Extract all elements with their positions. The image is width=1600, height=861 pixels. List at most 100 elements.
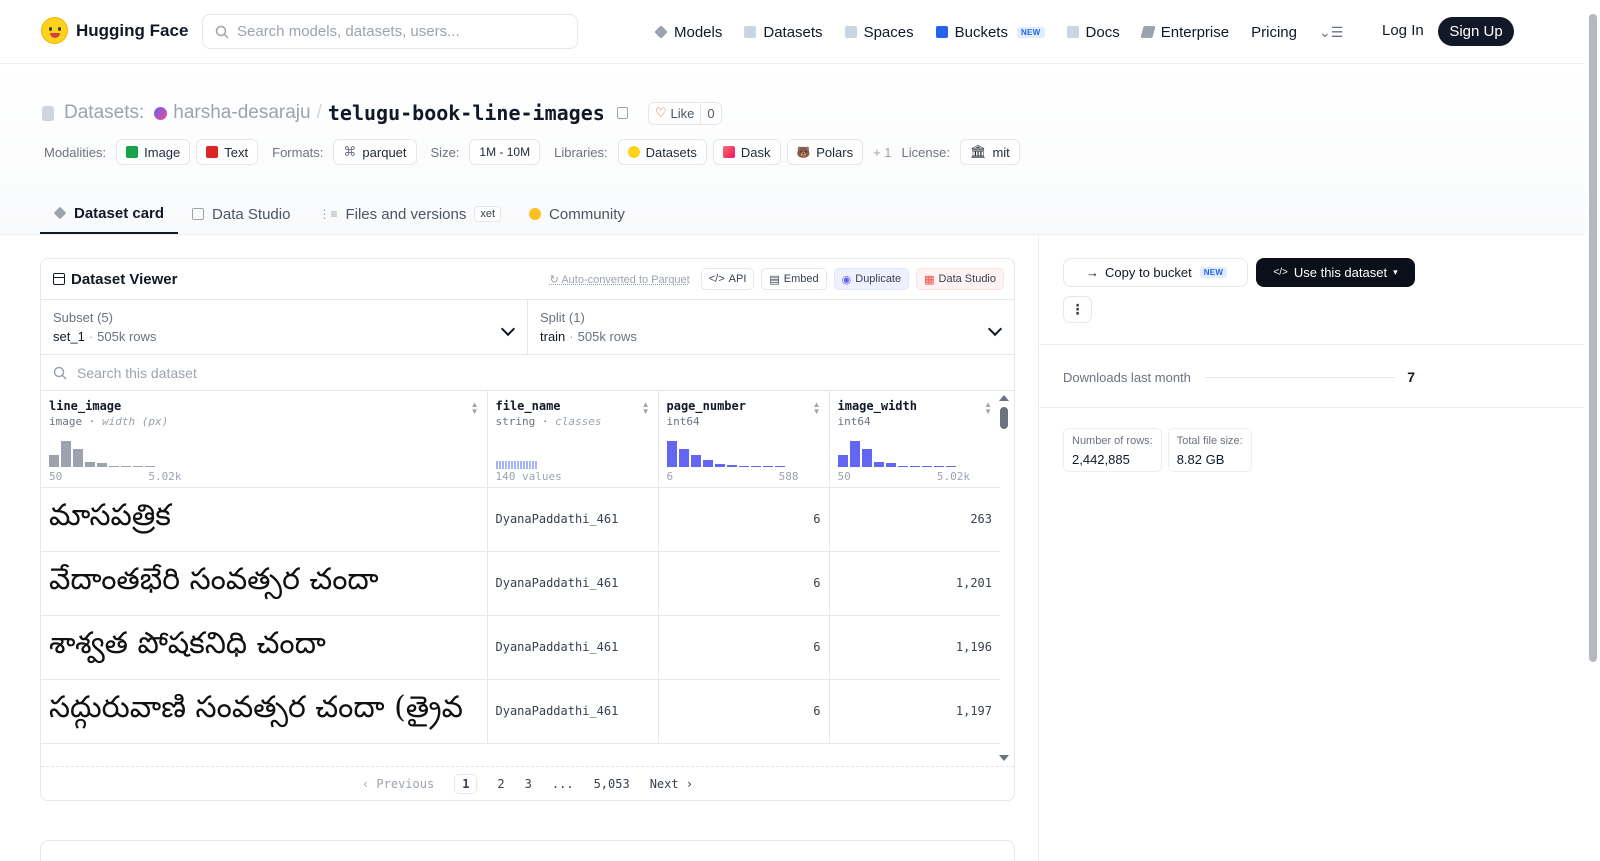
tab-dataset-card[interactable]: Dataset card — [40, 194, 179, 234]
page-number-cell[interactable]: 6 — [658, 615, 830, 680]
page-2-button[interactable]: 2 — [497, 777, 504, 791]
tag-dask[interactable]: Dask — [712, 139, 781, 165]
buckets-icon — [935, 26, 948, 38]
sort-icon[interactable]: ▲ ▼ — [984, 401, 992, 416]
page-scrollbar[interactable] — [1585, 0, 1600, 861]
nav-pricing[interactable]: Pricing — [1251, 18, 1297, 46]
table-row[interactable]: శాశ్వత పోషకనిధి చందా DyanaPaddathi_461 6… — [41, 615, 1000, 680]
data-table: line_image image · width (px) ▲ ▼ 50 5.02k… — [41, 391, 1000, 744]
table-icon: ▦ — [924, 273, 935, 286]
column-header[interactable]: image_width int64 ▲ ▼ 50 5.02k — [829, 391, 1000, 488]
tag-image[interactable]: Image — [116, 139, 191, 165]
dataset-search-input[interactable] — [77, 364, 477, 381]
table-row[interactable]: వేదాంతభేరి సంవత్సర చందా DyanaPaddathi_46… — [41, 551, 1000, 616]
file-name-cell[interactable]: DyanaPaddathi_461 — [487, 551, 659, 616]
file-name-cell[interactable]: DyanaPaddathi_461 — [487, 487, 659, 552]
previous-page-button[interactable]: ‹ Previous — [362, 777, 434, 791]
menu-icon: ⌄☰ — [1318, 23, 1344, 40]
image-width-cell[interactable]: 263 — [829, 487, 1000, 552]
tab-data-studio[interactable]: Data Studio — [178, 194, 304, 234]
sort-icon[interactable]: ▲ ▼ — [471, 401, 479, 416]
copy-to-bucket-button[interactable]: → Copy to bucket NEW — [1063, 258, 1248, 287]
histogram-bar — [873, 461, 884, 467]
dataset-card-content — [40, 840, 1015, 861]
file-name-cell[interactable]: DyanaPaddathi_461 — [487, 679, 659, 744]
line-image-cell[interactable]: సద్గురువాణి సంవత్సర చందా (త్రైవ — [49, 690, 479, 732]
tag-size[interactable]: 1M - 10M — [469, 139, 541, 165]
line-image-cell[interactable]: వేదాంతభేరి సంవత్సర చందా — [49, 562, 479, 604]
more-menu-button[interactable]: ⌄☰ — [1319, 18, 1343, 46]
search-icon — [53, 366, 67, 380]
tag-polars[interactable]: 🐻 Polars — [786, 139, 864, 165]
duplicate-button[interactable]: ◉ Duplicate — [833, 268, 910, 290]
more-options-button[interactable]: ⋮ — [1063, 296, 1092, 323]
sort-icon[interactable]: ▲ ▼ — [642, 401, 650, 416]
column-header[interactable]: file_name string · classes ▲ ▼ 140 values — [487, 391, 659, 488]
dataset-card-icon — [53, 206, 67, 220]
subset-select[interactable]: Subset (5) set_1 · 505k rows — [41, 300, 527, 354]
table-icon — [53, 273, 65, 285]
page-number-cell[interactable]: 6 — [658, 487, 830, 552]
last-page-button[interactable]: 5,053 — [594, 777, 630, 791]
table-row[interactable]: మాసపత్రిక DyanaPaddathi_461 6 263 — [41, 487, 1000, 552]
like-count: 0 — [707, 105, 715, 121]
code-icon: </> — [708, 273, 725, 285]
nav-models[interactable]: Models — [654, 18, 722, 46]
login-link[interactable]: Log In — [1382, 22, 1424, 39]
page-number-cell[interactable]: 6 — [658, 679, 830, 744]
file-name-cell[interactable]: DyanaPaddathi_461 — [487, 615, 659, 680]
scroll-down-arrow[interactable] — [999, 755, 1009, 761]
tag-parquet[interactable]: ⌘ parquet — [333, 139, 417, 165]
page-3-button[interactable]: 3 — [525, 777, 532, 791]
image-width-cell[interactable]: 1,196 — [829, 615, 1000, 680]
auto-converted-link[interactable]: ↻ Auto-converted to Parquet — [550, 273, 690, 286]
api-button[interactable]: </> API — [700, 268, 755, 290]
owner-link[interactable]: harsha-desaraju — [173, 102, 310, 124]
data-studio-button[interactable]: ▦ Data Studio — [916, 268, 1004, 290]
like-button[interactable]: ♡ Like 0 — [647, 101, 722, 125]
signup-button[interactable]: Sign Up — [1438, 17, 1514, 46]
more-libraries[interactable]: + 1 — [873, 145, 891, 160]
dataset-icon — [42, 105, 54, 121]
tag-datasets-lib[interactable]: Datasets — [617, 139, 707, 165]
sort-icon[interactable]: ▲ ▼ — [813, 401, 821, 416]
brand-name: Hugging Face — [76, 20, 189, 40]
use-this-dataset-button[interactable]: </> Use this dataset ▾ — [1256, 258, 1415, 287]
nav-enterprise[interactable]: Enterprise — [1140, 18, 1229, 46]
tag-license[interactable]: 🏛 mit — [959, 139, 1020, 165]
line-image-cell[interactable]: శాశ్వత పోషకనిధి చందా — [49, 626, 479, 668]
line-image-cell[interactable]: మాసపత్రిక — [49, 498, 479, 540]
docs-icon — [1066, 26, 1079, 38]
image-width-cell[interactable]: 1,201 — [829, 551, 1000, 616]
histogram-bar — [121, 465, 131, 467]
tab-community[interactable]: Community — [515, 194, 639, 234]
repo-name[interactable]: telugu-book-line-images — [328, 101, 605, 125]
page-1-button[interactable]: 1 — [454, 773, 478, 794]
nav-datasets[interactable]: Datasets — [744, 18, 823, 46]
nav-docs[interactable]: Docs — [1066, 18, 1120, 46]
embed-button[interactable]: ▤ Embed — [761, 268, 827, 290]
tag-text[interactable]: Text — [196, 139, 259, 165]
split-select[interactable]: Split (1) train · 505k rows — [527, 300, 1014, 354]
column-header[interactable]: line_image image · width (px) ▲ ▼ 50 5.02k — [41, 391, 488, 488]
histogram-bar — [109, 465, 119, 467]
table-row[interactable]: సద్గురువాణి సంవత్సర చందా (త్రైవ DyanaPad… — [41, 679, 1000, 744]
top-navbar: Hugging Face Models Datasets Spaces Buck… — [0, 0, 1585, 64]
column-header[interactable]: page_number int64 ▲ ▼ 6 588 — [658, 391, 830, 488]
section-label[interactable]: Datasets: — [64, 102, 144, 124]
nav-spaces[interactable]: Spaces — [844, 18, 914, 46]
nav-buckets[interactable]: Buckets NEW — [935, 18, 1045, 46]
histogram-bar — [885, 462, 896, 467]
next-page-button[interactable]: Next › — [650, 777, 693, 791]
copy-icon[interactable] — [616, 107, 628, 119]
brand-logo[interactable]: Hugging Face — [41, 17, 188, 44]
global-search-input[interactable] — [237, 23, 557, 40]
global-search[interactable] — [202, 14, 578, 49]
table-scrollbar[interactable] — [1000, 395, 1008, 765]
page-number-cell[interactable]: 6 — [658, 551, 830, 616]
image-width-cell[interactable]: 1,197 — [829, 679, 1000, 744]
tab-files[interactable]: ⋮≡ Files and versions xet — [304, 194, 515, 234]
new-badge: NEW — [1016, 26, 1045, 38]
spaces-icon — [844, 26, 857, 38]
dataset-search[interactable] — [41, 355, 1014, 391]
